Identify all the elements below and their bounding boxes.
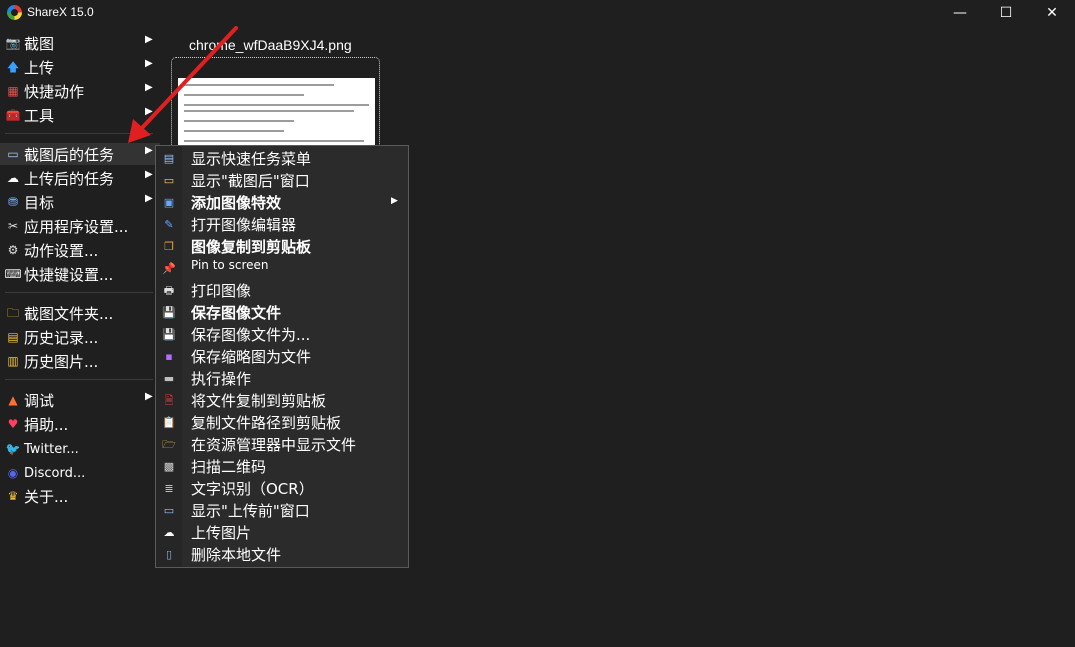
annotation-arrow <box>128 26 238 143</box>
